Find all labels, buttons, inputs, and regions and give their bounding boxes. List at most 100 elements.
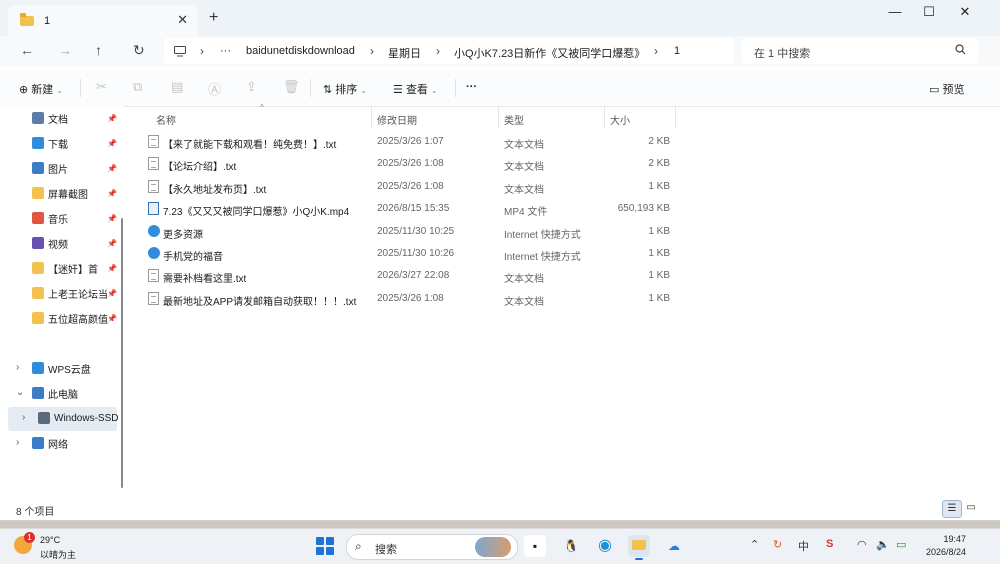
sidebar-item-tree-2[interactable]: Windows-SSD xyxy=(38,408,124,428)
tab-1[interactable]: 1 ✕ xyxy=(8,5,198,36)
breadcrumb-folder[interactable]: 小Q小K7.23日新作《又被同学口爆惹》 xyxy=(454,45,645,61)
view-icon: ☰ xyxy=(393,84,403,96)
sidebar-item-label: 【迷奸】首 xyxy=(48,264,98,276)
minimize-button[interactable]: — xyxy=(880,4,910,22)
close-button[interactable]: ✕ xyxy=(950,4,980,22)
sidebar-item-quick-5[interactable]: 视频 xyxy=(32,233,118,253)
file-row[interactable]: 【来了就能下载和观看！纯免费！】.txt 2025/3/26 1:07 文本文档 2 … xyxy=(130,131,1000,153)
column-divider[interactable] xyxy=(675,106,676,128)
expand-chevron-icon[interactable]: ⌄ xyxy=(16,387,24,398)
edge-icon[interactable]: ◉ xyxy=(594,535,616,557)
sidebar-item-tree-1[interactable]: 此电脑 xyxy=(32,383,118,403)
file-row[interactable]: 【论坛介绍】.txt 2025/3/26 1:08 文本文档 2 KB xyxy=(130,153,1000,175)
up-arrow-icon[interactable]: ↑ xyxy=(95,42,102,58)
qq-icon[interactable]: 🐧 xyxy=(560,535,582,557)
folder-icon xyxy=(32,212,44,224)
view-button[interactable]: ☰ 查看 ⌄ xyxy=(393,81,438,97)
expand-chevron-icon[interactable]: › xyxy=(16,362,19,373)
back-arrow-icon[interactable]: ← xyxy=(20,42,34,58)
file-row[interactable]: 【永久地址发布页】.txt 2025/3/26 1:08 文本文档 1 KB xyxy=(130,176,1000,198)
sort-button[interactable]: ⇅ 排序 ⌄ xyxy=(323,81,367,97)
sidebar-scrollbar[interactable] xyxy=(120,108,123,488)
file-type: Internet 快捷方式 xyxy=(504,229,581,241)
column-header-date[interactable]: 修改日期 xyxy=(377,112,417,127)
wifi-icon[interactable]: ◠ xyxy=(857,538,867,551)
sidebar-item-quick-0[interactable]: 文档 xyxy=(32,108,118,128)
pin-icon: 📌 xyxy=(107,164,117,173)
text-file-icon xyxy=(148,157,159,171)
preview-button[interactable]: ▭ 预览 xyxy=(929,81,964,97)
cut-icon[interactable]: ✂ xyxy=(96,79,107,95)
breadcrumb-more[interactable]: ··· xyxy=(220,45,231,57)
folder-icon xyxy=(20,12,34,26)
expand-chevron-icon[interactable]: › xyxy=(22,412,25,423)
sidebar-item-quick-1[interactable]: 下载 xyxy=(32,133,118,153)
refresh-icon[interactable]: ↻ xyxy=(133,42,145,59)
file-row[interactable]: 更多资源 2025/11/30 10:25 Internet 快捷方式 1 KB xyxy=(130,221,1000,243)
taskbar-search[interactable]: ⌕ 搜索 xyxy=(346,534,518,560)
search-box[interactable]: 在 1 中搜索 xyxy=(742,38,978,64)
location-icon xyxy=(32,437,44,449)
column-divider[interactable] xyxy=(498,106,499,128)
sidebar-item-quick-2[interactable]: 图片 xyxy=(32,158,118,178)
breadcrumb-baidunetdiskdownload[interactable]: baidunetdiskdownload xyxy=(246,45,355,57)
paste-icon[interactable]: ▤ xyxy=(171,79,183,95)
location-icon xyxy=(32,387,44,399)
sidebar-item-quick-3[interactable]: 屏幕截图 xyxy=(32,183,118,203)
file-row[interactable]: 需要补档看这里.txt 2026/3/27 22:08 文本文档 1 KB xyxy=(130,265,1000,287)
breadcrumb-current[interactable]: 1 xyxy=(674,45,680,57)
file-date: 2025/11/30 10:25 xyxy=(377,225,455,237)
new-tab-button[interactable]: + xyxy=(209,9,218,27)
speaker-icon[interactable]: 🔈 xyxy=(876,538,890,551)
location-icon xyxy=(38,412,50,424)
battery-icon[interactable]: ▭ xyxy=(896,538,906,551)
tab-title: 1 xyxy=(44,14,51,27)
sync-icon[interactable]: ↻ xyxy=(773,538,782,551)
new-button[interactable]: ⊕ 新建 ⌄ xyxy=(19,81,63,97)
file-size: 2 KB xyxy=(648,158,670,170)
forward-arrow-icon[interactable]: → xyxy=(58,42,72,58)
expand-chevron-icon[interactable]: › xyxy=(16,437,19,448)
column-header-size[interactable]: 大小 xyxy=(610,112,630,127)
folder-icon xyxy=(32,162,44,174)
file-row[interactable]: 7.23《又又又被同学口爆惹》小Q小K.mp4 2026/8/15 15:35 MP… xyxy=(130,198,1000,220)
column-header-name[interactable]: 名称 xyxy=(156,112,176,127)
sidebar-item-tree-3[interactable]: 网络 xyxy=(32,433,118,453)
large-icons-view-icon[interactable]: ▭ xyxy=(962,500,980,516)
clock[interactable]: 19:47 2026/8/24 xyxy=(926,533,966,559)
sidebar-item-quick-6[interactable]: 【迷奸】首 xyxy=(32,258,118,278)
baidu-netdisk-icon[interactable]: ☁ xyxy=(663,535,685,557)
breadcrumb-sunday[interactable]: 星期日 xyxy=(388,45,421,61)
column-header-type[interactable]: 类型 xyxy=(504,112,524,127)
sidebar-item-quick-4[interactable]: 音乐 xyxy=(32,208,118,228)
scrollbar-thumb[interactable] xyxy=(121,218,123,488)
file-row[interactable]: 最新地址及APP请发邮箱自动获取！！！.txt 2025/3/26 1:08 文本文… xyxy=(130,288,1000,310)
tab-close-icon[interactable]: ✕ xyxy=(177,12,188,28)
sidebar-item-tree-0[interactable]: WPS云盘 xyxy=(32,358,118,378)
address-bar[interactable]: › ··· baidunetdiskdownload › 星期日 › 小Q小K7… xyxy=(164,38,734,64)
copy-icon[interactable]: ⧉ xyxy=(133,79,142,95)
sidebar-item-label: 图片 xyxy=(48,164,68,176)
ime-indicator[interactable]: 中 xyxy=(798,538,809,554)
chevron-up-icon[interactable]: ⌃ xyxy=(750,538,759,551)
file-explorer-icon[interactable] xyxy=(628,535,650,560)
sidebar-item-quick-7[interactable]: 上老王论坛当 xyxy=(32,283,118,303)
delete-icon[interactable]: 🗑 xyxy=(283,79,300,95)
file-row[interactable]: 手机党的福音 2025/11/30 10:26 Internet 快捷方式 1 KB xyxy=(130,243,1000,265)
toolbar-divider xyxy=(80,79,81,97)
preview-label: 预览 xyxy=(942,84,965,96)
sort-icon: ⇅ xyxy=(323,84,333,96)
sidebar-item-label: 五位超高颜值 xyxy=(48,314,108,326)
rename-icon[interactable]: Ⓐ xyxy=(208,79,221,98)
more-options-button[interactable]: ··· xyxy=(466,81,477,93)
share-icon[interactable]: ⇪ xyxy=(246,79,257,95)
task-view-icon[interactable]: ▪ xyxy=(524,535,546,557)
sidebar-item-quick-8[interactable]: 五位超高颜值 xyxy=(32,308,118,328)
windows-start-icon[interactable] xyxy=(316,537,334,555)
details-view-icon[interactable]: ☰ xyxy=(942,500,962,518)
column-divider[interactable] xyxy=(371,106,372,128)
file-name: 【永久地址发布页】.txt xyxy=(163,184,267,196)
maximize-button[interactable]: ☐ xyxy=(914,4,944,22)
column-divider[interactable] xyxy=(604,106,605,128)
wps-icon[interactable]: S xyxy=(826,538,833,550)
